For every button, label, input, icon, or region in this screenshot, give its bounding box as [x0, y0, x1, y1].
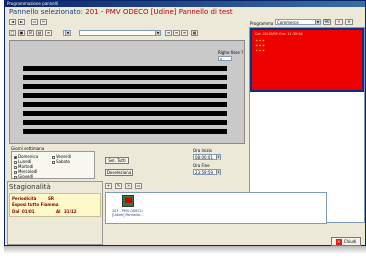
back-arrow-icon[interactable]: ◄	[9, 19, 16, 25]
spin-arrows-icon[interactable]: ⇕	[216, 170, 220, 175]
led-line-7[interactable]	[23, 120, 227, 125]
end-time-label: Ora Fine	[193, 163, 210, 168]
cut-icon[interactable]: ✂	[40, 19, 47, 25]
day-option[interactable]: Giovedì	[14, 174, 33, 179]
season-entry[interactable]: Periodicità SR Esposi tutto Fiamma Dal 0…	[9, 193, 101, 217]
ninety-button[interactable]: 90	[323, 19, 331, 25]
selected-panel-header: Pannello selezionato: 201 - PMV ODECO [U…	[9, 8, 233, 16]
period-label: Periodicità	[12, 196, 37, 201]
window-icon[interactable]: ▭	[31, 19, 38, 25]
delete-icon[interactable]: ✕	[335, 19, 343, 25]
spin-arrows-icon[interactable]: ⇕	[216, 155, 220, 160]
add-icon[interactable]: +	[105, 183, 112, 189]
delete-icon[interactable]: ✕	[125, 183, 132, 189]
program-preview-frame[interactable]: Cal: 05/10/05 Ora: 11:39:58 ✶✶✶ ✶✶✶ ✶✶✶	[250, 28, 364, 92]
window-shadow	[4, 246, 366, 254]
toolbar-row-1: ◄ ► ▭ ✂	[9, 19, 47, 25]
grid-icon[interactable]: ▦	[191, 30, 198, 36]
fixed-rows-label: Righe fisse ?	[218, 50, 244, 55]
day-option[interactable]: Sabato	[52, 159, 70, 164]
selected-panel-value: 201 - PMV ODECO [Udine] Pannello di test	[85, 8, 233, 16]
panel-thumbnail-caption: 201 - PMV ODECO [Udine] Pannello...	[112, 209, 144, 217]
message-editor-canvas[interactable]: Righe fisse ? 0	[9, 40, 245, 144]
window-icon[interactable]: ▭	[135, 183, 142, 189]
start-time-input[interactable]: 08:00:01 ⇕	[193, 154, 221, 160]
checkbox-icon	[14, 175, 17, 179]
window-title-bar: Programmazione pannelli	[5, 1, 365, 7]
period-value: SR	[48, 196, 54, 201]
deselect-button[interactable]: Deseleziona	[105, 169, 133, 176]
from-label: Dal	[12, 209, 20, 214]
align-left-icon[interactable]: ≡	[165, 30, 172, 36]
to-label: Al	[56, 209, 61, 214]
panel-thumbnail-icon[interactable]	[122, 195, 134, 207]
selected-panel-label: Pannello selezionato:	[9, 8, 83, 16]
checkbox-icon	[52, 160, 55, 164]
program-label: Programma	[250, 21, 274, 26]
led-line-3[interactable]	[23, 84, 227, 89]
thumbnail-toolbar: + ✎ ✕ ▭	[105, 183, 142, 189]
new-document-icon[interactable]: □	[9, 30, 16, 36]
program-select[interactable]: Commerce ▼	[275, 19, 321, 25]
window-title: Programmazione pannelli	[7, 1, 59, 6]
led-line-8[interactable]	[23, 129, 227, 134]
season-title: Stagionalità	[9, 183, 51, 191]
program-preview: Cal: 05/10/05 Ora: 11:39:58 ✶✶✶ ✶✶✶ ✶✶✶	[252, 30, 362, 90]
panel-thumbnails-area[interactable]: 201 - PMV ODECO [Udine] Pannello...	[105, 192, 327, 224]
days-group: Domenica Lunedì Martedì Mercoledì Gioved…	[11, 151, 95, 179]
image-icon[interactable]: ▣	[18, 30, 25, 36]
align-buttons: ≡ ≡ ≡ ▦	[165, 30, 198, 36]
season-panel: Stagionalità Periodicità SR Esposi tutto…	[7, 181, 103, 245]
from-value: 01/01	[22, 209, 35, 214]
preview-star-icons: ✶✶✶ ✶✶✶ ✶✶✶	[255, 38, 266, 53]
led-line-4[interactable]	[23, 93, 227, 98]
close-button[interactable]: ✕ Chiudi	[331, 237, 361, 246]
text-style-select[interactable]: ▼	[79, 30, 161, 36]
close-icon: ✕	[335, 238, 342, 245]
panel-thumbnail-screen	[125, 198, 132, 203]
toolbar-row-2: □ ▣ B ▤ ≡	[9, 30, 52, 36]
start-time-label: Ora Inizio	[193, 148, 212, 153]
insert-icon[interactable]: ▤	[36, 30, 43, 36]
season-text: Esposi tutto Fiamma	[12, 202, 59, 207]
led-line-1[interactable]	[23, 66, 227, 71]
app-window: Programmazione pannelli Pannello selezio…	[4, 0, 366, 246]
edit-icon[interactable]: ✎	[115, 183, 122, 189]
chevron-down-icon: ▼	[315, 20, 320, 24]
fixed-rows-input[interactable]: 0	[218, 56, 232, 61]
align-center-icon[interactable]: ≡	[173, 30, 180, 36]
led-line-6[interactable]	[23, 111, 227, 116]
close-icon[interactable]: ✕	[345, 19, 353, 25]
forward-arrow-icon[interactable]: ►	[18, 19, 25, 25]
alignment-icon[interactable]: ≡	[45, 30, 52, 36]
select-all-button[interactable]: Sel. Tutti	[105, 157, 129, 164]
led-line-5[interactable]	[23, 102, 227, 107]
align-right-icon[interactable]: ≡	[181, 30, 188, 36]
led-line-2[interactable]	[23, 75, 227, 80]
preview-code: Cal: 05/10/05 Ora: 11:39:58	[255, 32, 303, 36]
end-time-input[interactable]: 23:59:59 ⇕	[193, 169, 221, 175]
to-value: 31/12	[64, 209, 77, 214]
font-size-select[interactable]: ▼	[63, 30, 71, 36]
font-bold-icon[interactable]: B	[27, 30, 34, 36]
